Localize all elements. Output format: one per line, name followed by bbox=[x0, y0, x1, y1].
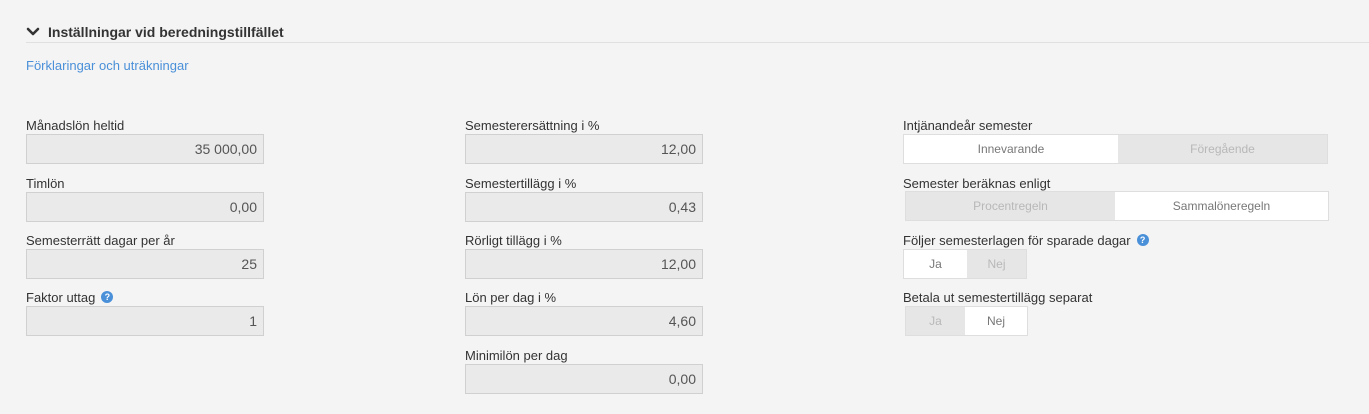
vacation-comp-label: Semesterersättning i % bbox=[465, 117, 600, 133]
option-nej[interactable]: Nej bbox=[965, 307, 1027, 335]
calc-method-label: Semester beräknas enligt bbox=[903, 175, 1051, 191]
pay-supplement-toggle: Ja Nej bbox=[905, 306, 1028, 336]
vacation-supplement-input[interactable]: 0,43 bbox=[465, 192, 703, 222]
vacation-days-label: Semesterrätt dagar per år bbox=[26, 232, 175, 248]
vacation-days-input[interactable]: 25 bbox=[26, 249, 264, 279]
calc-method-toggle: Procentregeln Sammalöneregeln bbox=[905, 191, 1329, 221]
vacation-supplement-label: Semestertillägg i % bbox=[465, 175, 577, 191]
min-daily-pay-input[interactable]: 0,00 bbox=[465, 364, 703, 394]
variable-supplement-label: Rörligt tillägg i % bbox=[465, 232, 562, 248]
explanations-link[interactable]: Förklaringar och uträkningar bbox=[26, 58, 189, 73]
section-header[interactable]: Inställningar vid beredningstillfället bbox=[26, 24, 284, 40]
follows-law-label-row: Följer semesterlagen för sparade dagar ? bbox=[903, 232, 1149, 248]
hourly-wage-input[interactable]: 0,00 bbox=[26, 192, 264, 222]
withdrawal-factor-label-row: Faktor uttag ? bbox=[26, 289, 114, 305]
daily-pay-label: Lön per dag i % bbox=[465, 289, 557, 305]
section-divider bbox=[26, 42, 1369, 43]
monthly-salary-input[interactable]: 35 000,00 bbox=[26, 134, 264, 164]
help-icon[interactable]: ? bbox=[101, 291, 114, 303]
hourly-wage-field: Timlön bbox=[26, 175, 65, 191]
withdrawal-factor-field: Faktor uttag ? bbox=[26, 289, 114, 305]
chevron-down-icon bbox=[26, 27, 40, 36]
withdrawal-factor-input[interactable]: 1 bbox=[26, 306, 264, 336]
pay-supplement-field: Betala ut semestertillägg separat bbox=[903, 289, 1092, 305]
withdrawal-factor-label: Faktor uttag bbox=[26, 289, 96, 305]
variable-supplement-field: Rörligt tillägg i % bbox=[465, 232, 562, 248]
earning-year-toggle: Innevarande Föregående bbox=[903, 134, 1328, 164]
help-icon[interactable]: ? bbox=[1136, 234, 1149, 246]
pay-supplement-label: Betala ut semestertillägg separat bbox=[903, 289, 1093, 305]
min-daily-pay-label: Minimilön per dag bbox=[465, 347, 568, 363]
daily-pay-field: Lön per dag i % bbox=[465, 289, 556, 305]
vacation-comp-input[interactable]: 12,00 bbox=[465, 134, 703, 164]
follows-law-field: Följer semesterlagen för sparade dagar ? bbox=[903, 232, 1149, 248]
follows-law-label: Följer semesterlagen för sparade dagar bbox=[903, 232, 1131, 248]
section-title: Inställningar vid beredningstillfället bbox=[48, 24, 284, 40]
vacation-days-field: Semesterrätt dagar per år bbox=[26, 232, 175, 248]
monthly-salary-label: Månadslön heltid bbox=[26, 117, 125, 133]
option-procentregeln[interactable]: Procentregeln bbox=[906, 192, 1115, 220]
earning-year-label: Intjänandeår semester bbox=[903, 117, 1033, 133]
follows-law-toggle: Ja Nej bbox=[903, 249, 1027, 279]
variable-supplement-input[interactable]: 12,00 bbox=[465, 249, 703, 279]
option-ja[interactable]: Ja bbox=[906, 307, 965, 335]
calc-method-field: Semester beräknas enligt bbox=[903, 175, 1050, 191]
min-daily-pay-field: Minimilön per dag bbox=[465, 347, 568, 363]
option-nej[interactable]: Nej bbox=[967, 250, 1026, 278]
option-foregaende[interactable]: Föregående bbox=[1118, 135, 1327, 163]
daily-pay-input[interactable]: 4,60 bbox=[465, 306, 703, 336]
option-innevarande[interactable]: Innevarande bbox=[904, 135, 1118, 163]
vacation-supplement-field: Semestertillägg i % bbox=[465, 175, 576, 191]
vacation-comp-field: Semesterersättning i % bbox=[465, 117, 599, 133]
monthly-salary-field: Månadslön heltid bbox=[26, 117, 124, 133]
option-sammaloneregeln[interactable]: Sammalöneregeln bbox=[1115, 192, 1328, 220]
hourly-wage-label: Timlön bbox=[26, 175, 65, 191]
option-ja[interactable]: Ja bbox=[904, 250, 967, 278]
earning-year-field: Intjänandeår semester bbox=[903, 117, 1032, 133]
